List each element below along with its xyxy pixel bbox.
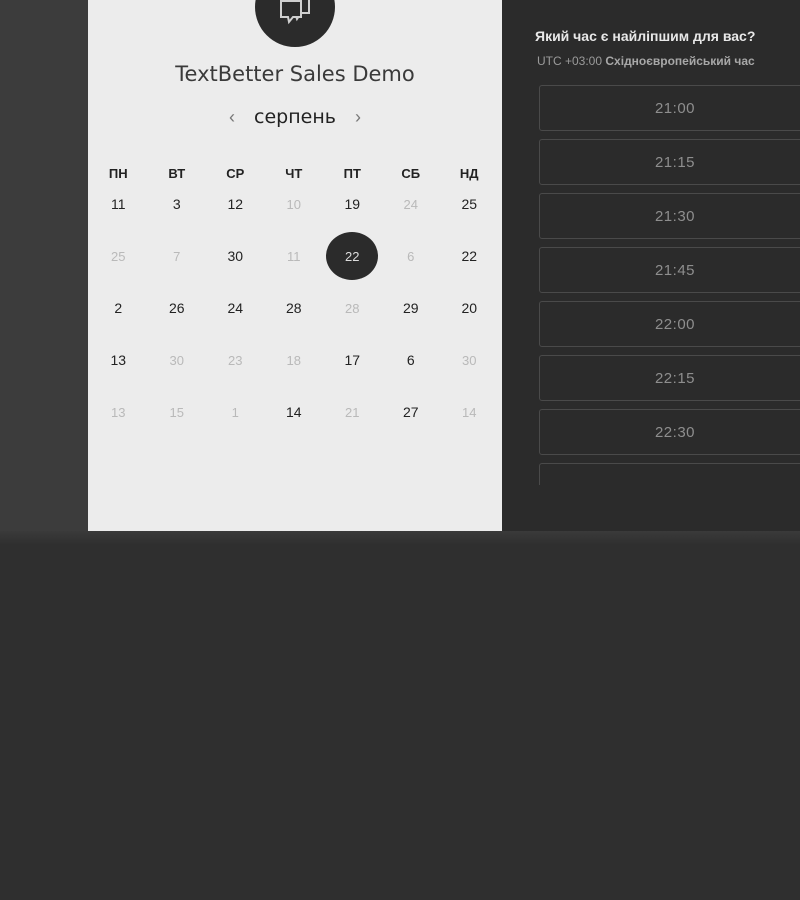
day-number: 29 <box>402 300 419 316</box>
calendar-day[interactable]: 30 <box>206 230 265 282</box>
left-backdrop <box>0 0 88 532</box>
calendar-day: 1 <box>206 386 265 438</box>
day-number: 2 <box>114 300 123 316</box>
selected-date[interactable]: 22 <box>323 230 382 282</box>
calendar-day[interactable]: 25 <box>440 178 499 230</box>
brand-logo <box>255 0 335 47</box>
day-number: 1 <box>231 404 239 420</box>
calendar-day: 13 <box>89 386 148 438</box>
month-navigation: ‹ серпень › <box>88 106 502 128</box>
time-slot-button[interactable] <box>539 463 800 485</box>
day-number: 28 <box>345 300 360 316</box>
day-number: 6 <box>406 352 415 368</box>
calendar-day: 24 <box>382 178 441 230</box>
day-number: 24 <box>227 300 244 316</box>
calendar-day: 7 <box>148 230 207 282</box>
calendar-day: 11 <box>265 230 324 282</box>
calendar-day[interactable]: 28 <box>265 282 324 334</box>
day-number: 20 <box>461 300 478 316</box>
calendar-day: 21 <box>323 386 382 438</box>
card-shadow <box>0 531 800 545</box>
day-number: 13 <box>110 352 127 368</box>
month-label: серпень <box>254 106 336 128</box>
calendar-day[interactable]: 29 <box>382 282 441 334</box>
calendar-week: 13 15 1 14 21 27 14 <box>88 396 502 448</box>
calendar-day[interactable]: 22 <box>440 230 499 282</box>
calendar-day[interactable]: 14 <box>265 386 324 438</box>
calendar-day: 23 <box>206 334 265 386</box>
time-question: Який час є найліпшим для вас? <box>535 28 756 44</box>
time-slot-list[interactable]: 21:00 21:15 21:30 21:45 22:00 22:15 22:30 <box>539 85 800 485</box>
day-number: 30 <box>462 352 477 368</box>
time-slot-button[interactable]: 21:00 <box>539 85 800 131</box>
calendar-day[interactable]: 20 <box>440 282 499 334</box>
timezone-label: UTC +03:00 Східноєвропейський час <box>537 54 755 68</box>
day-number: 6 <box>407 248 415 264</box>
day-number: 14 <box>285 404 302 420</box>
calendar-day[interactable]: 12 <box>206 178 265 230</box>
day-number: 12 <box>227 196 244 212</box>
calendar-day[interactable]: 11 <box>89 178 148 230</box>
timezone-offset: UTC +03:00 <box>537 54 603 68</box>
calendar-day: 10 <box>265 178 324 230</box>
calendar-day[interactable]: 13 <box>89 334 148 386</box>
day-number: 27 <box>402 404 419 420</box>
day-number: 26 <box>168 300 185 316</box>
time-slot-button[interactable]: 22:30 <box>539 409 800 455</box>
time-picker-panel: Який час є найліпшим для вас? UTC +03:00… <box>502 0 800 531</box>
timezone-name: Східноєвропейський час <box>605 54 755 68</box>
day-number: 11 <box>287 248 301 264</box>
time-slot-button[interactable]: 22:00 <box>539 301 800 347</box>
calendar-day: 18 <box>265 334 324 386</box>
calendar-day: 28 <box>323 282 382 334</box>
time-slot-button[interactable]: 21:45 <box>539 247 800 293</box>
time-slot-button[interactable]: 21:15 <box>539 139 800 185</box>
calendar-day[interactable]: 24 <box>206 282 265 334</box>
day-number: 18 <box>286 352 301 368</box>
calendar-day: 30 <box>440 334 499 386</box>
calendar-day[interactable]: 17 <box>323 334 382 386</box>
prev-month-icon[interactable]: ‹ <box>218 107 246 128</box>
calendar-day[interactable]: 2 <box>89 282 148 334</box>
calendar-day: 14 <box>440 386 499 438</box>
day-number: 23 <box>228 352 243 368</box>
calendar-day[interactable]: 6 <box>382 334 441 386</box>
day-number: 3 <box>172 196 181 212</box>
calendar-day[interactable]: 3 <box>148 178 207 230</box>
calendar-day: 25 <box>89 230 148 282</box>
day-number: 21 <box>345 404 360 420</box>
calendar-grid: ПН ВТ СР ЧТ ПТ СБ НД 11 3 12 10 19 24 25 25 7 30 1… <box>88 160 502 448</box>
calendar-day: 15 <box>148 386 207 438</box>
day-number: 22 <box>461 248 478 264</box>
calendar-day: 6 <box>382 230 441 282</box>
day-number: 24 <box>403 196 418 212</box>
day-number: 25 <box>111 248 126 264</box>
time-slot-button[interactable]: 22:15 <box>539 355 800 401</box>
day-number: 17 <box>344 352 361 368</box>
day-number: 30 <box>227 248 244 264</box>
chat-bubbles-icon <box>280 0 310 25</box>
day-number: 11 <box>110 196 126 212</box>
next-month-icon[interactable]: › <box>344 107 372 128</box>
day-number: 13 <box>111 404 126 420</box>
calendar-weeks: 11 3 12 10 19 24 25 25 7 30 11 22 6 22 2 26 24 28 28 29 20 13… <box>88 188 502 448</box>
day-number: 7 <box>173 248 181 264</box>
time-slot-button[interactable]: 21:30 <box>539 193 800 239</box>
day-number: 28 <box>285 300 302 316</box>
day-number: 10 <box>286 196 301 212</box>
calendar-card: TextBetter Sales Demo ‹ серпень › ПН ВТ … <box>88 0 502 531</box>
day-number: 25 <box>461 196 478 212</box>
day-number: 30 <box>169 352 184 368</box>
calendar-day[interactable]: 27 <box>382 386 441 438</box>
day-number: 15 <box>169 404 184 420</box>
calendar-day[interactable]: 19 <box>323 178 382 230</box>
event-title: TextBetter Sales Demo <box>175 62 415 86</box>
day-number: 22 <box>326 232 379 280</box>
calendar-day[interactable]: 26 <box>148 282 207 334</box>
calendar-day: 30 <box>148 334 207 386</box>
day-number: 14 <box>462 404 477 420</box>
day-number: 19 <box>344 196 361 212</box>
